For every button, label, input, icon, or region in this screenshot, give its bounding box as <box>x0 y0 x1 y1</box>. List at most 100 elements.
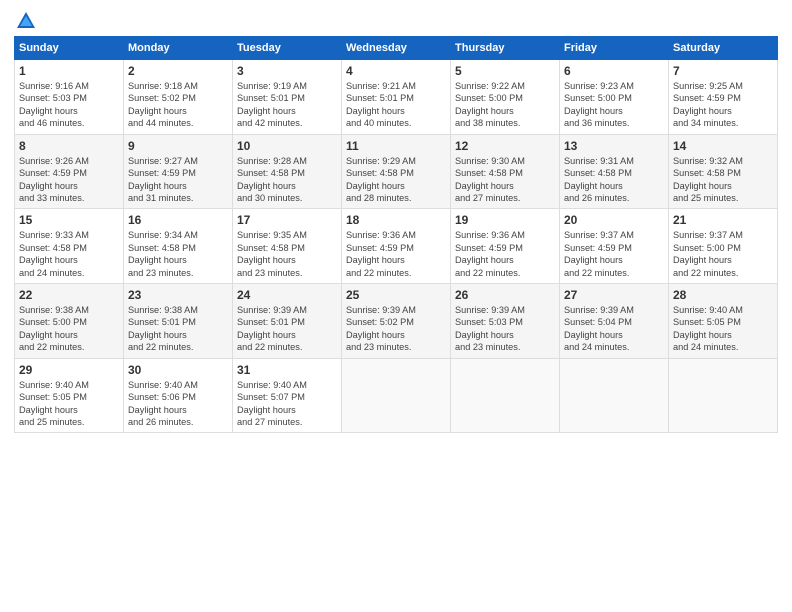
day-info: Sunrise: 9:40 AM Sunset: 5:05 PM Dayligh… <box>19 379 119 429</box>
calendar-cell: 22 Sunrise: 9:38 AM Sunset: 5:00 PM Dayl… <box>15 284 124 359</box>
calendar-cell: 26 Sunrise: 9:39 AM Sunset: 5:03 PM Dayl… <box>451 284 560 359</box>
day-info: Sunrise: 9:26 AM Sunset: 4:59 PM Dayligh… <box>19 155 119 205</box>
day-info: Sunrise: 9:36 AM Sunset: 4:59 PM Dayligh… <box>455 229 555 279</box>
day-number: 23 <box>128 288 228 302</box>
day-number: 13 <box>564 139 664 153</box>
header-sunday: Sunday <box>15 37 124 60</box>
calendar-cell: 18 Sunrise: 9:36 AM Sunset: 4:59 PM Dayl… <box>342 209 451 284</box>
calendar-cell: 28 Sunrise: 9:40 AM Sunset: 5:05 PM Dayl… <box>669 284 778 359</box>
day-info: Sunrise: 9:34 AM Sunset: 4:58 PM Dayligh… <box>128 229 228 279</box>
header-wednesday: Wednesday <box>342 37 451 60</box>
calendar-cell: 31 Sunrise: 9:40 AM Sunset: 5:07 PM Dayl… <box>233 358 342 433</box>
day-number: 21 <box>673 213 773 227</box>
day-number: 22 <box>19 288 119 302</box>
calendar-cell: 2 Sunrise: 9:18 AM Sunset: 5:02 PM Dayli… <box>124 60 233 135</box>
calendar-cell: 10 Sunrise: 9:28 AM Sunset: 4:58 PM Dayl… <box>233 134 342 209</box>
calendar-cell: 13 Sunrise: 9:31 AM Sunset: 4:58 PM Dayl… <box>560 134 669 209</box>
day-number: 10 <box>237 139 337 153</box>
calendar-cell <box>669 358 778 433</box>
day-info: Sunrise: 9:40 AM Sunset: 5:05 PM Dayligh… <box>673 304 773 354</box>
day-number: 20 <box>564 213 664 227</box>
calendar-cell <box>451 358 560 433</box>
day-number: 9 <box>128 139 228 153</box>
day-number: 16 <box>128 213 228 227</box>
day-number: 18 <box>346 213 446 227</box>
calendar-cell: 24 Sunrise: 9:39 AM Sunset: 5:01 PM Dayl… <box>233 284 342 359</box>
calendar-cell: 9 Sunrise: 9:27 AM Sunset: 4:59 PM Dayli… <box>124 134 233 209</box>
header-monday: Monday <box>124 37 233 60</box>
day-number: 27 <box>564 288 664 302</box>
day-info: Sunrise: 9:30 AM Sunset: 4:58 PM Dayligh… <box>455 155 555 205</box>
day-number: 14 <box>673 139 773 153</box>
calendar-cell: 25 Sunrise: 9:39 AM Sunset: 5:02 PM Dayl… <box>342 284 451 359</box>
day-number: 17 <box>237 213 337 227</box>
day-number: 30 <box>128 363 228 377</box>
day-info: Sunrise: 9:23 AM Sunset: 5:00 PM Dayligh… <box>564 80 664 130</box>
day-number: 8 <box>19 139 119 153</box>
calendar-cell: 20 Sunrise: 9:37 AM Sunset: 4:59 PM Dayl… <box>560 209 669 284</box>
day-number: 12 <box>455 139 555 153</box>
day-info: Sunrise: 9:35 AM Sunset: 4:58 PM Dayligh… <box>237 229 337 279</box>
header-friday: Friday <box>560 37 669 60</box>
page: Sunday Monday Tuesday Wednesday Thursday… <box>0 0 792 612</box>
day-info: Sunrise: 9:39 AM Sunset: 5:02 PM Dayligh… <box>346 304 446 354</box>
calendar-cell: 21 Sunrise: 9:37 AM Sunset: 5:00 PM Dayl… <box>669 209 778 284</box>
day-number: 2 <box>128 64 228 78</box>
calendar-week-row: 22 Sunrise: 9:38 AM Sunset: 5:00 PM Dayl… <box>15 284 778 359</box>
day-info: Sunrise: 9:19 AM Sunset: 5:01 PM Dayligh… <box>237 80 337 130</box>
weekday-header-row: Sunday Monday Tuesday Wednesday Thursday… <box>15 37 778 60</box>
calendar-cell: 23 Sunrise: 9:38 AM Sunset: 5:01 PM Dayl… <box>124 284 233 359</box>
calendar-cell: 30 Sunrise: 9:40 AM Sunset: 5:06 PM Dayl… <box>124 358 233 433</box>
header-saturday: Saturday <box>669 37 778 60</box>
day-number: 28 <box>673 288 773 302</box>
calendar-week-row: 1 Sunrise: 9:16 AM Sunset: 5:03 PM Dayli… <box>15 60 778 135</box>
day-info: Sunrise: 9:18 AM Sunset: 5:02 PM Dayligh… <box>128 80 228 130</box>
day-info: Sunrise: 9:36 AM Sunset: 4:59 PM Dayligh… <box>346 229 446 279</box>
day-number: 3 <box>237 64 337 78</box>
calendar-cell: 11 Sunrise: 9:29 AM Sunset: 4:58 PM Dayl… <box>342 134 451 209</box>
day-number: 26 <box>455 288 555 302</box>
calendar-cell: 12 Sunrise: 9:30 AM Sunset: 4:58 PM Dayl… <box>451 134 560 209</box>
day-info: Sunrise: 9:29 AM Sunset: 4:58 PM Dayligh… <box>346 155 446 205</box>
calendar-cell: 15 Sunrise: 9:33 AM Sunset: 4:58 PM Dayl… <box>15 209 124 284</box>
calendar-cell: 16 Sunrise: 9:34 AM Sunset: 4:58 PM Dayl… <box>124 209 233 284</box>
calendar-cell <box>342 358 451 433</box>
calendar-cell: 29 Sunrise: 9:40 AM Sunset: 5:05 PM Dayl… <box>15 358 124 433</box>
day-info: Sunrise: 9:39 AM Sunset: 5:04 PM Dayligh… <box>564 304 664 354</box>
day-info: Sunrise: 9:39 AM Sunset: 5:03 PM Dayligh… <box>455 304 555 354</box>
day-info: Sunrise: 9:32 AM Sunset: 4:58 PM Dayligh… <box>673 155 773 205</box>
day-number: 11 <box>346 139 446 153</box>
calendar-cell: 7 Sunrise: 9:25 AM Sunset: 4:59 PM Dayli… <box>669 60 778 135</box>
day-number: 4 <box>346 64 446 78</box>
day-info: Sunrise: 9:38 AM Sunset: 5:00 PM Dayligh… <box>19 304 119 354</box>
logo-icon <box>15 10 37 32</box>
calendar-week-row: 8 Sunrise: 9:26 AM Sunset: 4:59 PM Dayli… <box>15 134 778 209</box>
day-number: 7 <box>673 64 773 78</box>
day-info: Sunrise: 9:38 AM Sunset: 5:01 PM Dayligh… <box>128 304 228 354</box>
day-info: Sunrise: 9:37 AM Sunset: 5:00 PM Dayligh… <box>673 229 773 279</box>
day-number: 1 <box>19 64 119 78</box>
day-number: 31 <box>237 363 337 377</box>
day-number: 25 <box>346 288 446 302</box>
calendar-week-row: 15 Sunrise: 9:33 AM Sunset: 4:58 PM Dayl… <box>15 209 778 284</box>
calendar-cell: 14 Sunrise: 9:32 AM Sunset: 4:58 PM Dayl… <box>669 134 778 209</box>
day-info: Sunrise: 9:31 AM Sunset: 4:58 PM Dayligh… <box>564 155 664 205</box>
day-info: Sunrise: 9:40 AM Sunset: 5:06 PM Dayligh… <box>128 379 228 429</box>
header-thursday: Thursday <box>451 37 560 60</box>
day-number: 6 <box>564 64 664 78</box>
calendar-cell: 8 Sunrise: 9:26 AM Sunset: 4:59 PM Dayli… <box>15 134 124 209</box>
calendar-cell: 17 Sunrise: 9:35 AM Sunset: 4:58 PM Dayl… <box>233 209 342 284</box>
header <box>14 10 778 28</box>
calendar-cell: 5 Sunrise: 9:22 AM Sunset: 5:00 PM Dayli… <box>451 60 560 135</box>
calendar-week-row: 29 Sunrise: 9:40 AM Sunset: 5:05 PM Dayl… <box>15 358 778 433</box>
day-number: 5 <box>455 64 555 78</box>
day-info: Sunrise: 9:39 AM Sunset: 5:01 PM Dayligh… <box>237 304 337 354</box>
day-number: 29 <box>19 363 119 377</box>
day-info: Sunrise: 9:22 AM Sunset: 5:00 PM Dayligh… <box>455 80 555 130</box>
day-info: Sunrise: 9:16 AM Sunset: 5:03 PM Dayligh… <box>19 80 119 130</box>
day-info: Sunrise: 9:28 AM Sunset: 4:58 PM Dayligh… <box>237 155 337 205</box>
day-info: Sunrise: 9:33 AM Sunset: 4:58 PM Dayligh… <box>19 229 119 279</box>
calendar-table: Sunday Monday Tuesday Wednesday Thursday… <box>14 36 778 433</box>
day-info: Sunrise: 9:25 AM Sunset: 4:59 PM Dayligh… <box>673 80 773 130</box>
header-tuesday: Tuesday <box>233 37 342 60</box>
